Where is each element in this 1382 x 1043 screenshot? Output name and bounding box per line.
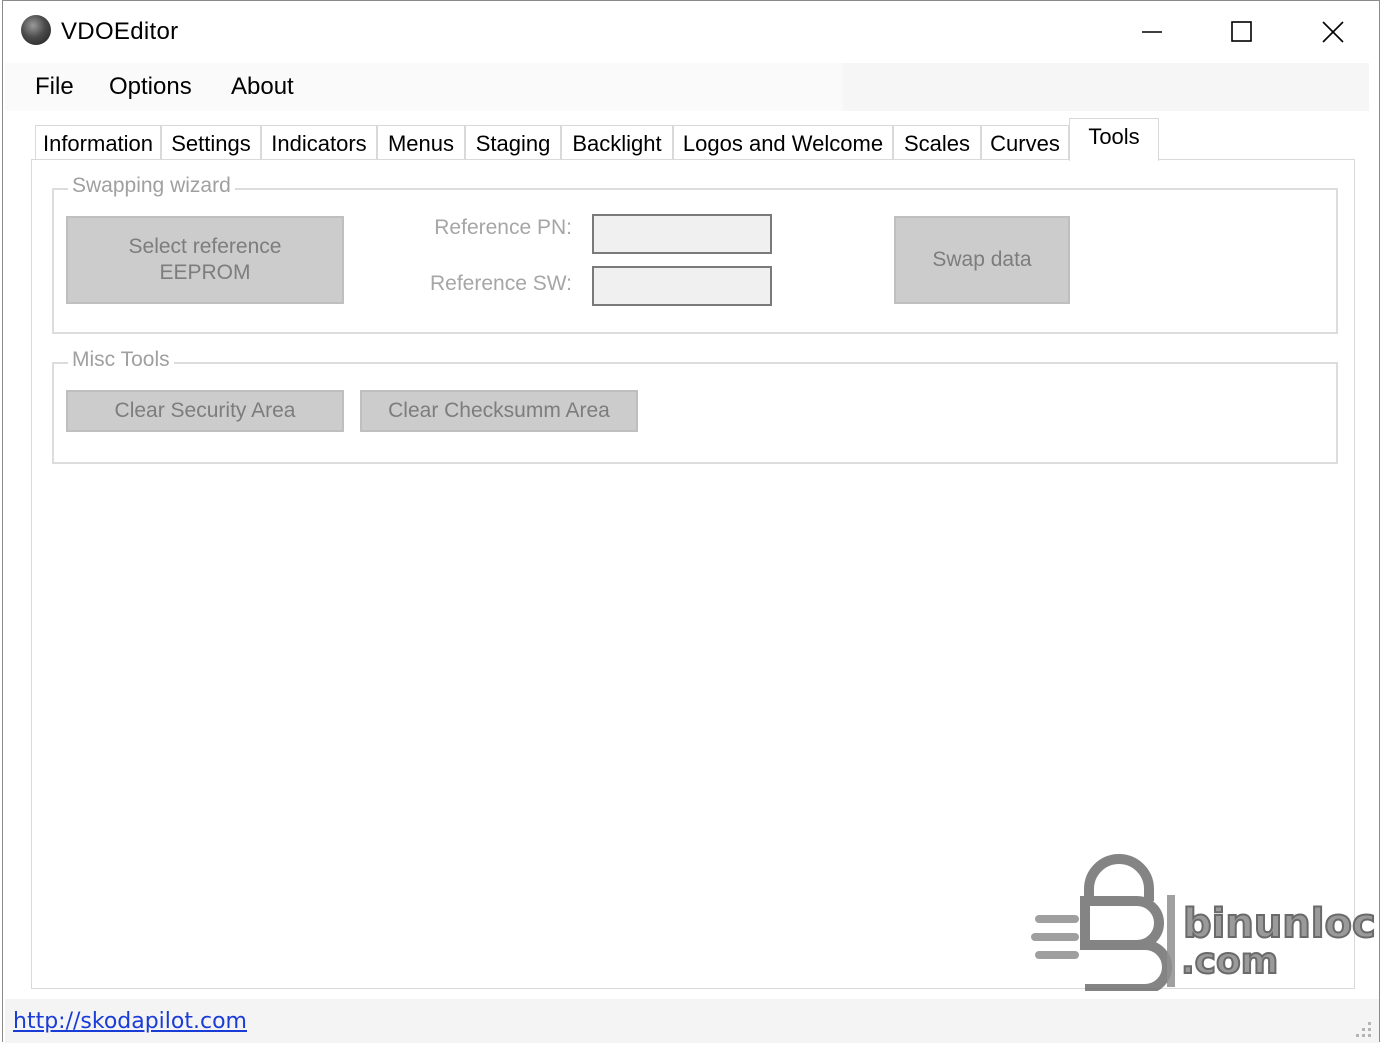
tab-information[interactable]: Information (35, 125, 161, 159)
clear-checksumm-area-button[interactable]: Clear Checksumm Area (360, 390, 638, 432)
reference-pn-field[interactable] (592, 214, 772, 254)
tab-curves[interactable]: Curves (981, 125, 1069, 159)
app-icon (21, 15, 51, 45)
minimize-button[interactable] (1107, 1, 1197, 63)
reference-sw-label: Reference SW: (429, 272, 572, 295)
menu-bar: File Options About (5, 63, 1369, 111)
select-reference-eeprom-button[interactable]: Select reference EEPROM (66, 216, 344, 304)
window-title: VDOEditor (61, 18, 179, 45)
select-reference-label-line1: Select reference (128, 235, 282, 258)
title-bar[interactable]: VDOEditor (3, 1, 1379, 63)
maximize-button[interactable] (1197, 1, 1287, 63)
tab-indicators[interactable]: Indicators (261, 125, 377, 159)
tab-tools[interactable]: Tools (1069, 118, 1159, 161)
tab-settings[interactable]: Settings (161, 125, 261, 159)
watermark-text-com: .com (1181, 941, 1278, 982)
close-icon (1322, 21, 1344, 43)
tab-backlight[interactable]: Backlight (561, 125, 673, 159)
swapping-wizard-legend: Swapping wizard (68, 174, 235, 198)
maximize-icon (1231, 21, 1252, 42)
binunlock-watermark-logo: binunlock .com (1031, 854, 1377, 991)
menu-bar-filler (843, 63, 1369, 111)
status-bar: http://skodapilot.com (5, 999, 1379, 1043)
menu-options[interactable]: Options (109, 73, 192, 101)
swap-data-button[interactable]: Swap data (894, 216, 1070, 304)
menu-about[interactable]: About (231, 73, 294, 101)
misc-tools-legend: Misc Tools (68, 348, 174, 372)
swapping-wizard-group: Swapping wizard Select reference EEPROM … (52, 174, 1338, 334)
clear-security-area-button[interactable]: Clear Security Area (66, 390, 344, 432)
menu-file[interactable]: File (35, 73, 74, 101)
reference-pn-label: Reference PN: (434, 216, 572, 239)
reference-sw-field[interactable] (592, 266, 772, 306)
select-reference-label-line2: EEPROM (159, 261, 251, 284)
tab-scales[interactable]: Scales (893, 125, 981, 159)
resize-grip-icon[interactable] (1353, 1019, 1373, 1039)
minimize-icon (1142, 31, 1162, 33)
website-link[interactable]: http://skodapilot.com (13, 1009, 247, 1034)
misc-tools-group: Misc Tools Clear Security Area Clear Che… (52, 348, 1338, 464)
close-button[interactable] (1288, 1, 1378, 63)
tab-menus[interactable]: Menus (377, 125, 465, 159)
app-window: VDOEditor File Options About Information… (2, 0, 1380, 1043)
tab-logos-and-welcome[interactable]: Logos and Welcome (673, 125, 893, 159)
tab-staging[interactable]: Staging (465, 125, 561, 159)
